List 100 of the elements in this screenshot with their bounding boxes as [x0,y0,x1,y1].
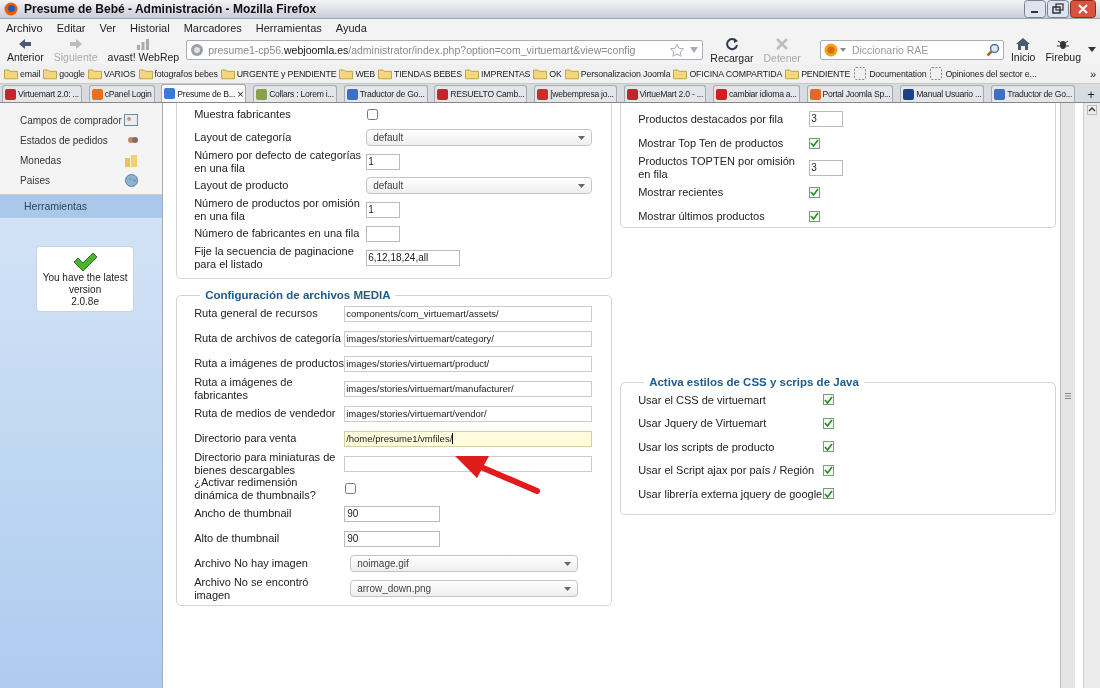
browser-tab[interactable]: cPanel Login [88,85,155,102]
browser-tab[interactable]: VirtueMart 2.0 - ... [623,85,707,102]
more-bookmarks-button[interactable]: » [1089,67,1096,80]
checkbox[interactable] [823,464,835,476]
bookmark[interactable]: VARIOS [87,67,136,80]
field-label: Número de fabricantes en una fila [194,227,361,240]
checkbox[interactable] [823,417,835,429]
browser-tab[interactable]: cambiar idioma a... [712,85,800,102]
text-field[interactable]: 1 [366,153,401,170]
toolbar-button[interactable]: Inicio [1007,37,1039,63]
field-label: Usar el Script ajax por país / Región [638,464,816,477]
signal-bars-icon [136,37,151,50]
bookmark[interactable]: fotografos bebes [138,67,218,80]
dropdown[interactable]: default [366,129,593,146]
bookmark[interactable]: IMPRENTAS [465,67,531,80]
toolbar-button[interactable]: avast! WebRep [104,37,183,63]
browser-tab[interactable]: Portal Joomla Sp... [806,85,894,102]
browser-tab[interactable]: Presume de B... × [161,84,247,102]
text-field[interactable]: 1 [366,201,401,218]
text-field[interactable]: /home/presume1/vmfiles/ [344,430,593,447]
dropdown-icon[interactable] [1088,47,1096,53]
text-field[interactable]: 3 [809,111,844,127]
menu-item[interactable]: Marcadores [183,21,242,34]
field-label: Ancho de thumbnail [194,507,293,520]
browser-tab[interactable]: Manual Usuario ... [900,85,985,102]
stop-icon [775,36,790,51]
toolbar-button[interactable]: Anterior [4,37,47,63]
menu-item[interactable]: Ayuda [335,21,367,34]
checkbox[interactable] [823,441,835,453]
toolbar-button[interactable]: Recargar [707,36,757,64]
text-field[interactable]: images/stories/virtuemart/manufacturer/ [344,380,593,397]
folder-icon [43,67,58,80]
field-label: Usar Jquery de Virtuemart [638,417,768,430]
sidebar-item[interactable]: Paises [0,170,163,190]
scrollbar[interactable] [1060,103,1076,688]
menu-item[interactable]: Archivo [6,21,43,34]
toolbar-button[interactable]: Firebug [1042,37,1084,63]
scrollbar[interactable] [1083,103,1100,688]
bookmark[interactable]: WEB [339,67,376,80]
menu-item[interactable]: Ver [99,21,116,34]
dropdown[interactable]: noimage.gif [350,555,579,572]
checkbox[interactable] [367,109,379,120]
bookmark[interactable]: PENDIENTE [785,67,851,80]
folder-icon [138,67,153,80]
browser-tab[interactable]: Virtuemart 2.0: ... [2,85,82,102]
checkbox[interactable] [809,210,821,222]
text-field[interactable]: 90 [344,530,441,547]
caret-icon [564,586,572,591]
bookmark[interactable]: OK [533,67,562,80]
text-field[interactable] [366,225,401,242]
dropdown[interactable]: default [366,177,593,194]
text-field[interactable]: 6,12,18,24,all [366,249,461,266]
text-field[interactable]: 3 [809,159,844,176]
bookmark[interactable]: google [43,67,85,80]
browser-tab[interactable]: RESUELTO Camb... [434,85,528,102]
text-field[interactable]: images/stories/virtuemart/vendor/ [344,405,593,422]
text-field[interactable]: images/stories/virtuemart/category/ [344,330,593,347]
bookmark[interactable]: TIENDAS BEBES [378,67,462,80]
browser-tab[interactable]: Collars : Lorem i... [253,85,337,102]
close-icon[interactable] [1070,0,1096,18]
menu-item[interactable]: Editar [56,21,86,34]
browser-tab[interactable]: Traductor de Go... [991,85,1076,102]
bookmark[interactable]: Opiniones del sector e... [929,67,1037,80]
sidebar-section[interactable]: Herramientas [0,195,163,218]
minimize-icon[interactable] [1024,0,1046,18]
text-field[interactable]: images/stories/virtuemart/product/ [344,355,593,372]
field-label: Número por defecto de categorías en una fila [194,149,363,174]
menu-item[interactable]: Herramientas [255,21,322,34]
checkbox[interactable] [345,483,357,494]
checkbox[interactable] [823,488,835,500]
browser-tab[interactable]: [webempresa jo... [534,85,617,102]
sidebar-item[interactable]: Campos de comprador [0,110,163,130]
window-title: Presume de Bebé - Administración - Mozilla Firefox [24,2,318,16]
bookmark[interactable]: email [4,67,41,80]
bookmark[interactable]: URGENTE y PENDIENTE [220,67,337,80]
close-tab-button[interactable]: × [237,87,244,100]
checkbox[interactable] [809,186,821,198]
text-field[interactable]: 90 [344,505,441,522]
checkbox[interactable] [809,137,821,149]
star-icon[interactable] [669,43,686,57]
menu-item[interactable]: Historial [129,21,170,34]
restore-icon[interactable] [1047,0,1069,18]
address-bar[interactable]: presume1-cp56.webjoomla.es/administrator/index.php?option=com_virtuemart&view=config [186,40,704,60]
bookmark[interactable]: OFICINA COMPARTIDA [673,67,783,80]
bookmark[interactable]: Personalizacion Joomla [564,67,671,80]
sidebar-item[interactable]: Monedas [0,150,163,170]
sidebar-item[interactable]: Estados de pedidos [0,130,163,150]
search-icon[interactable] [985,43,1000,57]
field-label: Archivo No se encontró imagen [194,576,310,601]
field-label: Usar el CSS de virtuemart [638,393,767,406]
new-tab-button[interactable]: + [1081,87,1100,102]
browser-tab[interactable]: Traductor de Go... [343,85,428,102]
dropdown[interactable]: arrow_down.png [350,580,579,597]
search-field[interactable]: Diccionario RAE [819,40,1004,60]
scroll-up-icon[interactable] [1087,105,1098,115]
field-label: Alto de thumbnail [194,532,281,545]
field-label: Usar librería externa jquery de google [638,487,824,500]
text-field[interactable]: components/com_virtuemart/assets/ [344,305,593,322]
checkbox[interactable] [823,394,835,406]
bookmark[interactable]: Documentation [853,67,927,80]
